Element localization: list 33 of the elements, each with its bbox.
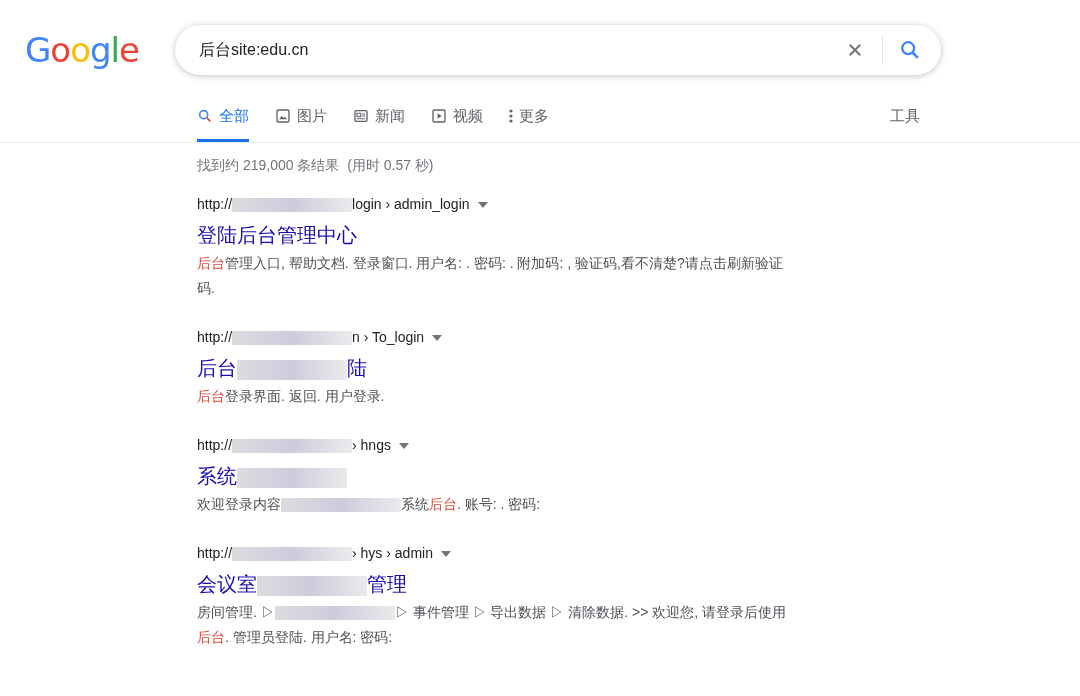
close-icon[interactable] — [846, 41, 864, 59]
search-field[interactable]: 后台site:edu.cn — [175, 25, 941, 75]
tab[interactable]: 更多 — [509, 104, 549, 142]
result-url: http:// n › To_login — [197, 328, 425, 348]
caret-icon[interactable] — [398, 442, 409, 449]
result-stats: 找到约 219,000 条结果 (用时 0.57 秒) — [197, 156, 435, 175]
result-title[interactable]: 会议室 管理 — [197, 570, 407, 598]
logo[interactable]: Google — [25, 24, 175, 76]
result-snippet: 房间管理. ▷ ▷ 事件管理 ▷ 导出数据 ▷ 清除数据. >> 欢迎您, 请登录后使用 后台. 管理员登陆. 用户名: 密码: — [197, 603, 788, 647]
newspaper-icon — [353, 107, 369, 124]
tools-button[interactable]: 工具 — [890, 104, 920, 142]
result-snippet: 后台管理入口, 帮助文档. 登录窗口. 用户名: . 密码: . 附加码: , 验证码,看不清楚?请点击刷新验证码. — [197, 254, 784, 298]
caret-icon[interactable] — [477, 201, 488, 208]
result-url: http:// › hys › admin — [197, 544, 433, 564]
search-icon[interactable] — [899, 39, 921, 61]
tab[interactable]: 新闻 — [353, 104, 405, 142]
tab[interactable]: 全部 — [197, 104, 249, 142]
result-title[interactable]: 后台 陆 — [197, 354, 367, 382]
search-input[interactable]: 后台site:edu.cn — [199, 38, 846, 62]
caret-icon[interactable] — [432, 334, 443, 341]
tab[interactable]: 图片 — [275, 104, 327, 142]
result-title[interactable]: 系统 — [197, 462, 347, 490]
result-snippet: 欢迎登录内容 系统后台. 账号: . 密码: — [197, 495, 542, 515]
result-snippet: 后台登录界面. 返回. 用户登录. — [197, 387, 386, 406]
result-title[interactable]: 登陆后台管理中心 — [197, 221, 357, 249]
image-icon — [275, 107, 291, 124]
tab[interactable]: 视频 — [431, 104, 483, 142]
result-url: http:// › hngs — [197, 436, 391, 456]
more-icon — [509, 107, 513, 124]
play-icon — [431, 107, 447, 124]
caret-icon[interactable] — [440, 550, 451, 557]
result-url: http:// login › admin_login — [197, 195, 470, 215]
search-icon — [197, 107, 213, 124]
